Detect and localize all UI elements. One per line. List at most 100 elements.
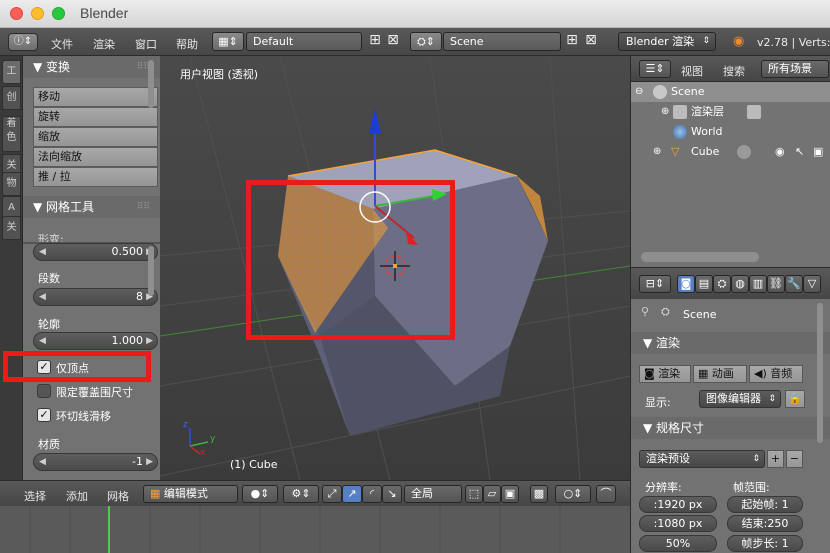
pivot-point-dropdown[interactable]: ⚙⇕ [283,485,319,503]
proportional-edit-dropdown[interactable]: ○⇕ [555,485,591,503]
zoom-window-button[interactable] [52,7,65,20]
scene-icon[interactable]: ⛭⇕ [410,32,442,51]
move-button[interactable]: 移动 [33,87,158,107]
minimize-window-button[interactable] [31,7,44,20]
outliner-filter-dropdown[interactable]: 所有场景 [761,60,829,78]
rotate-manipulator-icon[interactable]: ◜ [362,485,382,503]
offset-field[interactable]: ◀ 0.500 ▶ [33,243,158,261]
object-tab-icon[interactable]: ▥ [749,275,767,293]
tab-grease[interactable]: 关 [2,216,21,240]
shelf-scrollbar[interactable] [148,60,154,108]
mesh-data-icon[interactable] [737,145,751,159]
timeline[interactable] [0,506,630,553]
info-editor-type-button[interactable]: ⓘ⇕ [8,33,38,51]
edge-select-icon[interactable]: ▱ [483,485,501,503]
rotate-button[interactable]: 旋转 [33,107,158,127]
menu-add[interactable]: 添加 [66,488,88,504]
limit-selection-icon[interactable]: ▩ [530,485,548,503]
remove-screen-icon[interactable]: ⊠ [385,33,401,49]
start-frame-field[interactable]: 起始帧: 1 [727,496,803,513]
visibility-eye-icon[interactable]: ◉ [775,142,785,162]
material-field[interactable]: ◀ -1 ▶ [33,453,158,471]
profile-field[interactable]: ◀ 1.000 ▶ [33,332,158,350]
loop-slide-checkbox[interactable]: ✓ [37,408,51,422]
resolution-x-field[interactable]: :1920 px [639,496,717,513]
world-tab-icon[interactable]: ◍ [731,275,749,293]
outliner-menu-view[interactable]: 视图 [681,63,703,79]
transform-panel-header[interactable]: ▼ 变换 ⠿⠿ [23,56,160,78]
face-select-icon[interactable]: ▣ [501,485,519,503]
menu-mesh[interactable]: 网格 [107,488,129,504]
outliner-editor-type-icon[interactable]: ☰⇕ [639,60,671,78]
increment-arrow-icon[interactable]: ▶ [146,454,153,470]
outliner-item-render-layers[interactable]: ⊕ 渲染层 [631,102,830,122]
scene-tab-icon[interactable]: ⛭ [713,275,731,293]
decrement-arrow-icon[interactable]: ◀ [39,333,46,349]
add-scene-icon[interactable]: ⊞ [564,33,580,49]
selectability-cursor-icon[interactable]: ↖ [795,142,804,162]
outliner-item-world[interactable]: World [631,122,830,142]
tab-shading[interactable]: 着色 [2,116,21,152]
outliner-item-cube[interactable]: ⊕ ▽ Cube ◉ ↖ ▣ [631,142,830,162]
operator-scrollbar[interactable] [148,246,154,296]
increment-arrow-icon[interactable]: ▶ [146,333,153,349]
frame-step-field[interactable]: 帧步长: 1 [727,535,803,552]
render-panel-header[interactable]: ▼ 渲染 [631,332,830,354]
translate-manipulator-icon[interactable]: ↗ [342,485,362,503]
snap-icon[interactable]: ⌒ [596,485,616,503]
close-window-button[interactable] [10,7,23,20]
vertex-select-icon[interactable]: ⬚ [465,485,483,503]
dimensions-panel-header[interactable]: ▼ 规格尺寸 [631,417,830,439]
decrement-arrow-icon[interactable]: ◀ [39,244,46,260]
menu-help[interactable]: 帮助 [176,36,198,52]
render-presets-dropdown[interactable]: 渲染预设 ⇕ [639,450,765,468]
collapse-icon[interactable]: ⊖ [635,82,643,102]
modifiers-tab-icon[interactable]: 🔧 [785,275,803,293]
decrement-arrow-icon[interactable]: ◀ [39,289,46,305]
render-tab-icon[interactable]: ◙ [677,275,695,293]
screen-layout-field[interactable]: Default [246,32,362,51]
end-frame-field[interactable]: 结束:250 [727,515,803,532]
tab-physics[interactable]: 物 [2,172,21,196]
constraints-tab-icon[interactable]: ⛓ [767,275,785,293]
resolution-percentage-field[interactable]: 50% [639,535,717,552]
scale-manipulator-icon[interactable]: ↘ [382,485,402,503]
expand-icon[interactable]: ⊕ [661,102,669,122]
remove-scene-icon[interactable]: ⊠ [583,33,599,49]
decrement-arrow-icon[interactable]: ◀ [39,454,46,470]
manipulator-toggle-icon[interactable]: ⤢ [322,485,342,503]
segments-field[interactable]: ◀ 8 ▶ [33,288,158,306]
properties-editor-type-icon[interactable]: ⊟⇕ [639,275,671,293]
transform-orientation-dropdown[interactable]: 全局 [404,485,462,503]
shrink-fatten-button[interactable]: 法向缩放 [33,147,158,167]
properties-scrollbar[interactable] [817,303,823,443]
expand-icon[interactable]: ⊕ [653,142,661,162]
outliner-menu-search[interactable]: 搜索 [723,63,745,79]
tab-create[interactable]: 创 [2,86,21,110]
scene-field[interactable]: Scene [443,32,561,51]
render-button[interactable]: ◙ 渲染 [639,365,691,383]
menu-window[interactable]: 窗口 [135,36,157,52]
resolution-y-field[interactable]: :1080 px [639,515,717,532]
clamp-overlap-checkbox[interactable]: ✓ [37,384,51,398]
audio-button[interactable]: ◀) 音频 [749,365,803,383]
tab-tools[interactable]: 工 [2,60,21,84]
render-layer-visibility-icon[interactable] [747,105,761,119]
display-dropdown[interactable]: 图像编辑器 ⇕ [699,390,781,408]
animation-button[interactable]: ▦ 动画 [693,365,747,383]
mesh-tools-panel-header[interactable]: ▼ 网格工具 ⠿⠿ [23,196,160,218]
render-camera-icon[interactable]: ▣ [813,142,823,162]
screen-layout-icon[interactable]: ▦⇕ [212,32,244,51]
add-preset-icon[interactable]: + [767,450,784,468]
lock-interface-icon[interactable]: 🔒 [785,390,805,408]
add-screen-icon[interactable]: ⊞ [367,33,383,49]
viewport-shading-dropdown[interactable]: ●⇕ [242,485,278,503]
mode-dropdown[interactable]: ▦ 编辑模式 [143,485,238,503]
pin-icon[interactable]: ⚲ [641,305,649,318]
data-tab-icon[interactable]: ▽ [803,275,821,293]
z-gizmo-arrow[interactable] [369,108,381,134]
remove-preset-icon[interactable]: − [786,450,803,468]
scale-button[interactable]: 缩放 [33,127,158,147]
render-layers-tab-icon[interactable]: ▤ [695,275,713,293]
push-pull-button[interactable]: 推 / 拉 [33,167,158,187]
